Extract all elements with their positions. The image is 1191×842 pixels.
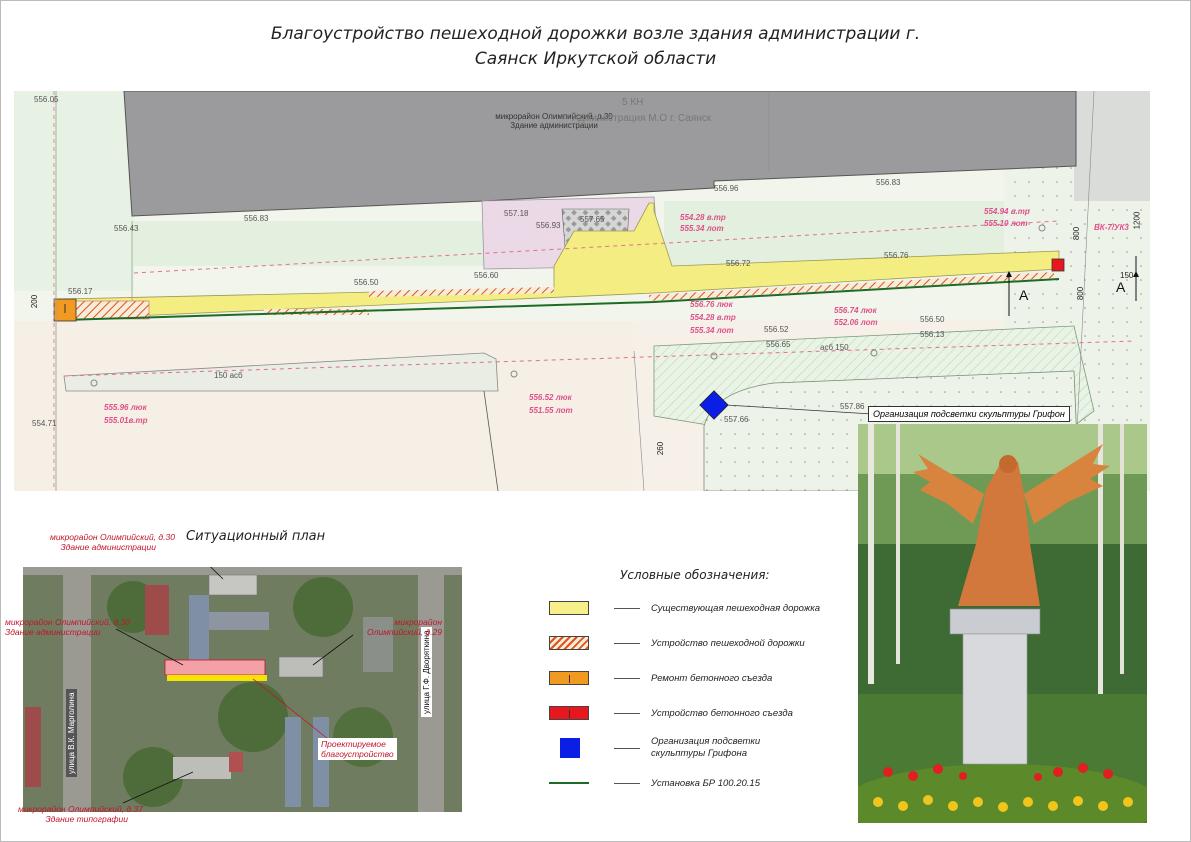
sit-label-admin-left-line2: Здание администрации <box>5 627 101 637</box>
sit-label-admin-left-line1: микрорайон Олимпийский, д.30 <box>5 617 130 627</box>
well-label: ВК-7/УК3 <box>1094 223 1129 232</box>
elev-5: 556.50 <box>354 278 379 287</box>
section-mark-left: A <box>1019 287 1029 303</box>
mark-3-b: 552.06 лот <box>834 318 878 327</box>
elev-20: 557.66 <box>724 415 749 424</box>
mark-4-a: 555.96 люк <box>104 403 147 412</box>
legend-title: Условные обозначения: <box>620 568 770 582</box>
elev-11: 556.72 <box>726 259 751 268</box>
legend-leader-1 <box>614 608 640 609</box>
mark-1-a: 554.28 в.тр <box>680 213 726 222</box>
legend-swatch-existing-walkway <box>549 601 589 615</box>
elev-14: 554.71 <box>32 419 57 428</box>
legend-label-1: Существующая пешеходная дорожка <box>651 603 821 614</box>
mark-3-a: 556.74 люк <box>834 306 877 315</box>
elev-16: 556.65 <box>766 340 791 349</box>
mark-3: 556.74 люк 552.06 лот <box>834 305 878 329</box>
legend-label-2: Устройство пешеходной дорожки <box>651 638 805 649</box>
dim-800-top: 800 <box>1072 226 1082 241</box>
sit-label-29: микрорайон Олимпийский, д.29 <box>356 617 442 637</box>
dim-260: 260 <box>656 441 666 456</box>
mark-6-b: 554.28 в.тр <box>690 313 736 322</box>
sit-label-admin-left: микрорайон Олимпийский, д.30 Здание адми… <box>5 617 130 637</box>
legend-swatch-curb <box>549 782 589 784</box>
legend-swatch-repair-exit <box>549 671 589 685</box>
elev-8: 557.65 <box>580 215 605 224</box>
street-label-2: улица Г.Ф. Дворяткина <box>421 627 432 717</box>
elev-13: 556.17 <box>68 287 93 296</box>
elev-19: 557.86 <box>840 402 865 411</box>
griffin-photo-illustration <box>858 424 1147 823</box>
dim-1200: 1200 <box>1132 211 1142 230</box>
legend-swatch-new-exit <box>549 706 589 720</box>
elev-3: 556.83 <box>244 214 269 223</box>
mark-5-a: 556.52 люк <box>529 393 572 402</box>
elev-7: 556.93 <box>536 221 561 230</box>
legend-leader-4 <box>614 713 640 714</box>
dim-200: 200 <box>30 294 40 309</box>
mark-4: 555.96 люк 555.01в.тр <box>104 401 148 427</box>
legend-label-4: Устройство бетонного съезда <box>651 708 793 719</box>
sit-label-project-line1: Проектируемое <box>321 739 386 749</box>
legend-leader-3 <box>614 678 640 679</box>
elev-10: 556.83 <box>876 178 901 187</box>
mark-1: 554.28 в.тр 555.34 лот <box>680 212 726 234</box>
legend-swatch-new-walkway <box>549 636 589 650</box>
mark-2: 554.94 в.тр 555.10 лот <box>984 206 1030 230</box>
elev-2: 556.43 <box>114 224 139 233</box>
mark-6-a: 556.76 люк <box>690 300 733 309</box>
sit-label-admin-top-line2: Здание администрации <box>60 542 156 552</box>
legend-leader-6 <box>614 783 640 784</box>
drawing-title: Благоустройство пешеходной дорожки возле… <box>0 22 1191 72</box>
mark-6: 556.76 люк 554.28 в.тр 555.34 лот <box>690 298 736 337</box>
sit-label-29-line1: микрорайон <box>394 617 442 627</box>
lighting-callout: Организация подсветки скульптуры Грифон <box>868 406 1070 422</box>
mark-4-b: 555.01в.тр <box>104 416 148 425</box>
legend-label-6: Установка БР 100.20.15 <box>651 778 761 789</box>
elev-1: 556.05 <box>34 95 59 104</box>
elev-4: 556.60 <box>474 271 499 280</box>
mark-2-b: 555.10 лот <box>984 219 1028 228</box>
asb-label: асб 150 <box>820 343 849 352</box>
sit-label-37-line2: Здание типографии <box>45 814 128 824</box>
legend-label-3: Ремонт бетонного съезда <box>651 673 773 684</box>
sit-label-37-line1: микрорайон Олимпийский, д.37 <box>18 804 143 814</box>
elev-18: 556.13 <box>920 330 945 339</box>
sit-label-29-line2: Олимпийский, д.29 <box>367 627 442 637</box>
building-tag: 5 КН <box>622 97 644 108</box>
elev-12: 556.76 <box>884 251 909 260</box>
street-label-1: улица В.К. Марголина <box>66 689 77 777</box>
elev-9: 556.96 <box>714 184 739 193</box>
satellite-illustration <box>23 567 462 812</box>
legend-leader-2 <box>614 643 640 644</box>
sit-label-project: Проектируемое благоустройство <box>318 738 397 760</box>
legend-leader-5 <box>614 748 640 749</box>
dim-800-bottom: 800 <box>1076 286 1086 301</box>
title-line-1: Благоустройство пешеходной дорожки возле… <box>270 24 921 44</box>
sit-label-project-line2: благоустройство <box>321 749 394 759</box>
mark-6-c: 555.34 лот <box>690 326 734 335</box>
legend-label-5: Организация подсветки скульптуры Грифона <box>651 736 761 759</box>
building-org: Администрация М.О г. Саянск <box>572 113 712 124</box>
legend-swatch-lighting <box>560 738 580 758</box>
mark-2-a: 554.94 в.тр <box>984 207 1030 216</box>
mark-1-b: 555.34 лот <box>680 224 724 233</box>
situational-plan-title: Ситуационный план <box>186 529 326 544</box>
sit-label-37: микрорайон Олимпийский, д.37 Здание типо… <box>18 804 143 824</box>
asb-label-2: 150 асб <box>214 371 243 380</box>
elev-15: 556.52 <box>764 325 789 334</box>
sit-label-admin-top-line1: микрорайон Олимпийский, д.30 <box>50 532 175 542</box>
elev-17: 556.50 <box>920 315 945 324</box>
elev-6: 557.18 <box>504 209 529 218</box>
mark-5-b: 551.55 лот <box>529 406 573 415</box>
griffin-photo <box>858 424 1147 823</box>
sit-label-admin-top: микрорайон Олимпийский, д.30 Здание адми… <box>50 532 175 552</box>
situational-map: улица В.К. Марголина улица Г.Ф. Дворятки… <box>23 567 462 812</box>
section-mark-right: A <box>1116 279 1126 295</box>
mark-5: 556.52 люк 551.55 лот <box>529 391 573 417</box>
title-line-2: Саянск Иркутской области <box>474 49 717 69</box>
